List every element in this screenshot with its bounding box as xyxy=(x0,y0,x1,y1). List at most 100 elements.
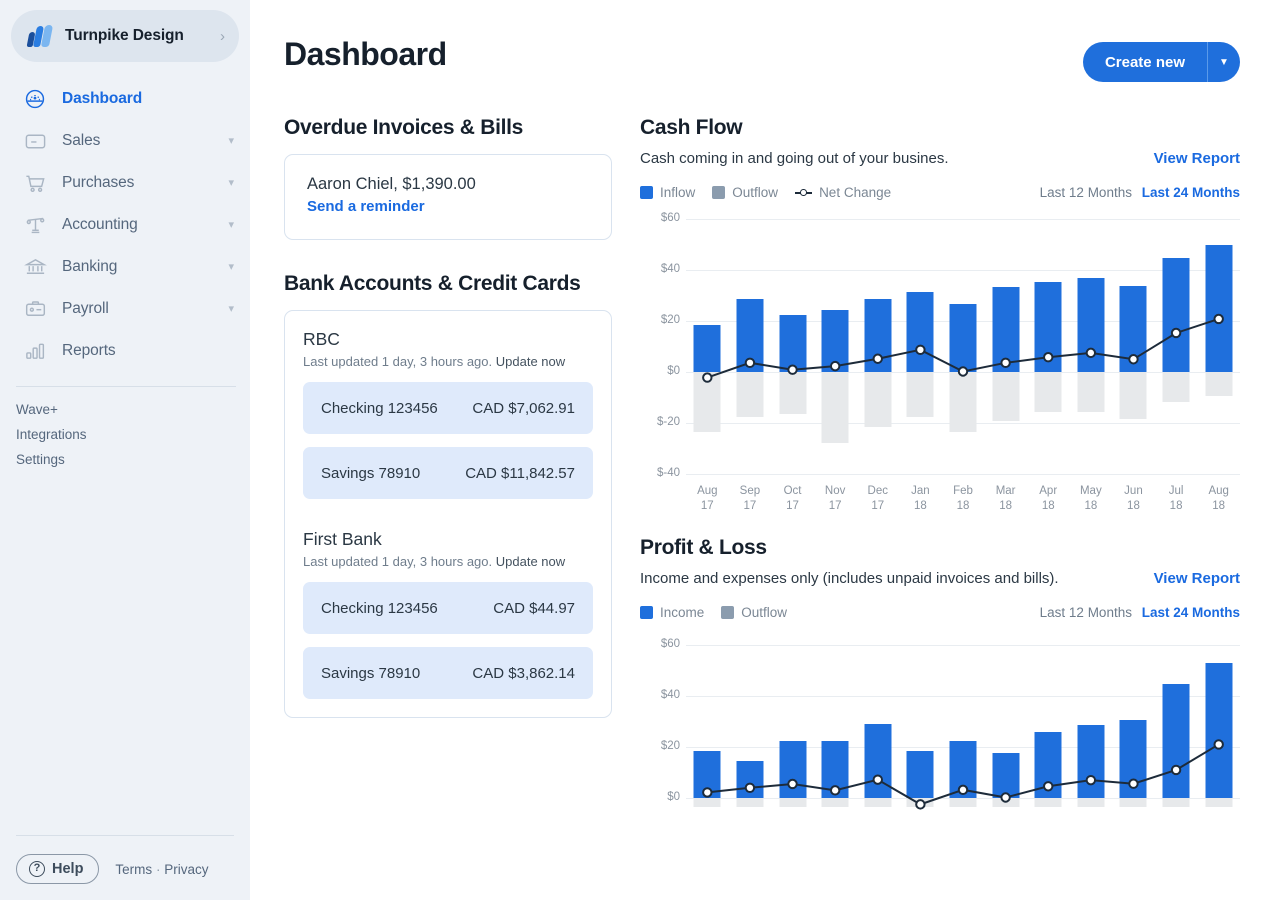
account-amount: CAD $7,062.91 xyxy=(472,400,575,417)
chevron-down-icon: ▾ xyxy=(228,178,234,189)
account-amount: CAD $44.97 xyxy=(493,600,575,617)
x-axis-tick-label: Jul18 xyxy=(1155,484,1198,513)
help-button-label: Help xyxy=(52,861,83,877)
profit-loss-legend: Income Outflow xyxy=(640,605,787,620)
y-axis-tick-label: $-20 xyxy=(640,416,680,428)
x-axis-tick-label: May18 xyxy=(1070,484,1113,513)
y-axis-tick-label: $40 xyxy=(640,263,680,275)
payroll-icon xyxy=(22,298,48,321)
x-axis-tick-label: Jun18 xyxy=(1112,484,1155,513)
send-reminder-link[interactable]: Send a reminder xyxy=(307,198,589,215)
profit-loss-view-report-link[interactable]: View Report xyxy=(1154,570,1240,587)
sidebar-item-dashboard[interactable]: Dashboard xyxy=(0,78,250,120)
bank-name: First Bank xyxy=(303,529,593,550)
x-axis-tick-label: Aug17 xyxy=(686,484,729,513)
page-title: Dashboard xyxy=(284,36,447,73)
overdue-section-title: Overdue Invoices & Bills xyxy=(284,116,612,140)
sidebar-item-accounting[interactable]: Accounting ▾ xyxy=(0,204,250,246)
create-new-button[interactable]: Create new xyxy=(1083,42,1207,82)
chevron-down-icon: ▾ xyxy=(228,304,234,315)
sidebar-item-label: Dashboard xyxy=(62,90,234,108)
sidebar-item-label: Reports xyxy=(62,342,234,360)
page-header: Dashboard Create new ▼ xyxy=(284,0,1240,82)
account-row[interactable]: Savings 78910 CAD $11,842.57 xyxy=(303,447,593,499)
main-content: Dashboard Create new ▼ Overdue Invoices … xyxy=(250,0,1280,900)
x-axis-tick-label: Mar18 xyxy=(984,484,1027,513)
line-marker-icon xyxy=(795,186,812,199)
legend-item-income: Income xyxy=(640,605,704,620)
footer-divider xyxy=(16,835,234,836)
account-amount: CAD $11,842.57 xyxy=(465,465,575,482)
create-new-group: Create new ▼ xyxy=(1083,42,1240,82)
range-last-24-months[interactable]: Last 24 Months xyxy=(1142,605,1240,620)
bar-chart-icon xyxy=(22,340,48,363)
account-name: Checking 123456 xyxy=(321,400,438,417)
chevron-down-icon: ▾ xyxy=(228,220,234,231)
account-name: Savings 78910 xyxy=(321,465,420,482)
legal-links: Terms · Privacy xyxy=(115,862,208,877)
sidebar: Turnpike Design › Dashboard xyxy=(0,0,250,900)
update-now-link[interactable]: Update now xyxy=(496,354,565,369)
sidebar-item-banking[interactable]: Banking ▾ xyxy=(0,246,250,288)
legend-swatch-icon xyxy=(721,606,734,619)
profit-loss-title: Profit & Loss xyxy=(640,536,1240,560)
cash-flow-range-toggle: Last 12 Months Last 24 Months xyxy=(1040,185,1240,200)
sidebar-item-sales[interactable]: Sales ▾ xyxy=(0,120,250,162)
org-name: Turnpike Design xyxy=(65,27,220,45)
question-circle-icon: ? xyxy=(29,861,45,877)
overdue-entry-name: Aaron Chiel, $1,390.00 xyxy=(307,175,589,194)
cash-flow-title: Cash Flow xyxy=(640,116,1240,140)
legend-label: Net Change xyxy=(819,185,891,200)
dashboard-columns: Overdue Invoices & Bills Aaron Chiel, $1… xyxy=(284,116,1240,815)
legend-swatch-icon xyxy=(640,186,653,199)
range-last-24-months[interactable]: Last 24 Months xyxy=(1142,185,1240,200)
cash-flow-section: Cash Flow Cash coming in and going out o… xyxy=(640,116,1240,512)
bank-updated-label: Last updated 1 day, 3 hours ago. xyxy=(303,554,492,569)
x-axis-tick-label: Dec17 xyxy=(856,484,899,513)
terms-link[interactable]: Terms xyxy=(115,862,152,877)
account-row[interactable]: Savings 78910 CAD $3,862.14 xyxy=(303,647,593,699)
sidebar-item-payroll[interactable]: Payroll ▾ xyxy=(0,288,250,330)
privacy-link[interactable]: Privacy xyxy=(164,862,208,877)
sidebar-nav: Dashboard Sales ▾ xyxy=(0,78,250,372)
range-last-12-months[interactable]: Last 12 Months xyxy=(1040,605,1132,620)
legend-swatch-icon xyxy=(640,606,653,619)
profit-loss-range-toggle: Last 12 Months Last 24 Months xyxy=(1040,605,1240,620)
sidebar-item-label: Sales xyxy=(62,132,228,150)
y-axis-tick-label: $20 xyxy=(640,314,680,326)
help-button[interactable]: ? Help xyxy=(16,854,99,884)
chevron-down-icon: ▾ xyxy=(228,262,234,273)
x-axis-tick-label: Aug18 xyxy=(1197,484,1240,513)
cash-flow-view-report-link[interactable]: View Report xyxy=(1154,150,1240,167)
x-axis-tick-label: Oct17 xyxy=(771,484,814,513)
legend-item-outflow: Outflow xyxy=(712,185,778,200)
overdue-card: Aaron Chiel, $1,390.00 Send a reminder xyxy=(284,154,612,240)
chevron-down-icon: ▾ xyxy=(228,136,234,147)
sidebar-link-settings[interactable]: Settings xyxy=(0,447,250,472)
create-new-dropdown-button[interactable]: ▼ xyxy=(1207,42,1240,82)
account-row[interactable]: Checking 123456 CAD $7,062.91 xyxy=(303,382,593,434)
scales-icon xyxy=(22,214,48,237)
y-axis-tick-label: $-40 xyxy=(640,467,680,479)
profit-loss-section: Profit & Loss Income and expenses only (… xyxy=(640,536,1240,807)
chevron-down-icon: ▼ xyxy=(1219,57,1229,68)
sidebar-link-integrations[interactable]: Integrations xyxy=(0,422,250,447)
sidebar-link-wave-plus[interactable]: Wave+ xyxy=(0,397,250,422)
sidebar-item-reports[interactable]: Reports xyxy=(0,330,250,372)
y-axis-tick-label: $60 xyxy=(640,212,680,224)
x-axis-tick-label: Feb18 xyxy=(942,484,985,513)
account-row[interactable]: Checking 123456 CAD $44.97 xyxy=(303,582,593,634)
right-column: Cash Flow Cash coming in and going out o… xyxy=(640,116,1240,815)
update-now-link[interactable]: Update now xyxy=(496,554,565,569)
y-axis-tick-label: $0 xyxy=(640,791,680,803)
bank-block: First Bank Last updated 1 day, 3 hours a… xyxy=(303,529,593,699)
wave-logo-icon xyxy=(28,25,54,47)
profit-loss-subtitle: Income and expenses only (includes unpai… xyxy=(640,570,1059,587)
net-change-line xyxy=(686,212,1240,512)
sidebar-footer: ? Help Terms · Privacy xyxy=(0,835,250,900)
org-switcher[interactable]: Turnpike Design › xyxy=(11,10,239,62)
sidebar-item-purchases[interactable]: Purchases ▾ xyxy=(0,162,250,204)
legend-swatch-icon xyxy=(712,186,725,199)
profit-loss-chart: $60$40$20$0 xyxy=(640,632,1240,807)
range-last-12-months[interactable]: Last 12 Months xyxy=(1040,185,1132,200)
